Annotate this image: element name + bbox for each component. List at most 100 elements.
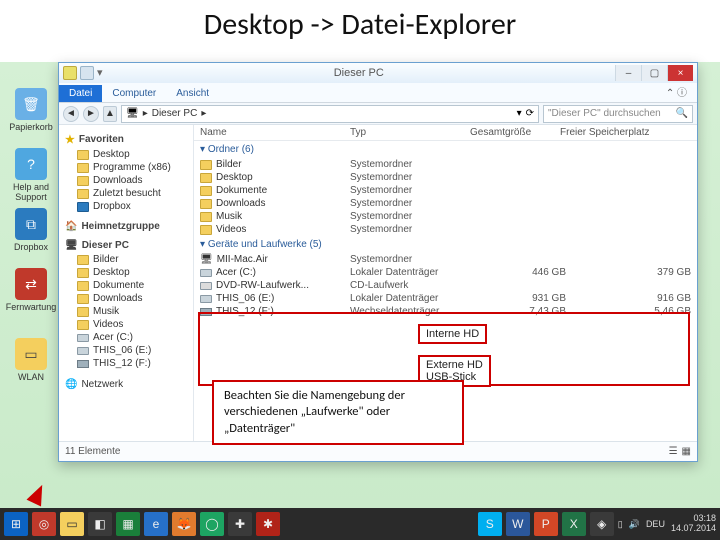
minimize-button[interactable]: – — [615, 65, 641, 81]
taskbar-app[interactable]: ✱ — [256, 512, 280, 536]
refresh-icon[interactable]: ⟳ — [526, 108, 534, 119]
dropbox-icon: ⧉ — [15, 208, 47, 240]
tray-network-icon[interactable]: ▯ — [618, 519, 623, 530]
nav-item[interactable]: Programme (x86) — [59, 161, 193, 174]
network-header[interactable]: 🌐Netzwerk — [59, 378, 193, 391]
desktop-icon[interactable]: ⧉ Dropbox — [0, 208, 62, 252]
col-size[interactable]: Gesamtgröße — [470, 127, 560, 138]
thispc-header[interactable]: 🖥Dieser PC — [65, 240, 193, 251]
annotation-arrow — [27, 482, 50, 507]
list-item[interactable]: THIS_06 (E:)Lokaler Datenträger931 GB916… — [194, 292, 697, 305]
tray-clock[interactable]: 03:18 14.07.2014 — [671, 514, 716, 534]
taskbar-app[interactable]: ◎ — [32, 512, 56, 536]
nav-item[interactable]: Downloads — [59, 174, 193, 187]
folder-icon — [77, 163, 89, 173]
nav-item[interactable]: THIS_06 (E:) — [59, 344, 193, 357]
taskbar-explorer[interactable]: ▭ — [60, 512, 84, 536]
usb-icon — [77, 360, 89, 368]
annotation-naming: Beachten Sie die Namengebung der verschi… — [212, 380, 464, 445]
nav-back-button[interactable]: ◄ — [63, 106, 79, 122]
homegroup-icon: 🏠 — [65, 221, 77, 232]
remote-icon: ⇄ — [15, 268, 47, 300]
pc-icon: 🖥 — [126, 108, 139, 119]
desktop-icon[interactable]: ⇄Fernwartung — [0, 268, 62, 312]
close-button[interactable]: × — [667, 65, 693, 81]
nav-item[interactable]: THIS_12 (F:) — [59, 357, 193, 370]
start-button[interactable]: ⊞ — [4, 512, 28, 536]
taskbar-ie[interactable]: e — [144, 512, 168, 536]
taskbar-excel[interactable]: X — [562, 512, 586, 536]
tray-lang[interactable]: DEU — [646, 519, 665, 529]
taskbar-app[interactable]: ◯ — [200, 512, 224, 536]
address-bar: ◄ ► ▲ 🖥 ▸ Dieser PC ▸ ▾ ⟳ "Dieser PC" du… — [59, 103, 697, 125]
nav-forward-button[interactable]: ► — [83, 106, 99, 122]
search-input[interactable]: "Dieser PC" durchsuchen 🔍 — [543, 105, 693, 123]
star-icon: ★ — [65, 133, 75, 146]
homegroup-header[interactable]: 🏠Heimnetzgruppe — [65, 221, 193, 232]
tab-view[interactable]: Ansicht — [166, 85, 219, 102]
address-field[interactable]: 🖥 ▸ Dieser PC ▸ ▾ ⟳ — [121, 105, 539, 123]
tab-computer[interactable]: Computer — [102, 85, 166, 102]
list-item[interactable]: DokumenteSystemordner — [194, 184, 697, 197]
nav-item[interactable]: Dokumente — [59, 279, 193, 292]
taskbar-firefox[interactable]: 🦊 — [172, 512, 196, 536]
folder-icon — [63, 66, 77, 80]
quick-access-toolbar[interactable]: ▾ — [63, 66, 103, 80]
col-free[interactable]: Freier Speicherplatz — [560, 127, 691, 138]
col-type[interactable]: Typ — [350, 127, 470, 138]
maximize-button[interactable]: ▢ — [641, 65, 667, 81]
ribbon-toggle[interactable]: ⌃ ⓘ — [656, 81, 697, 102]
nav-up-button[interactable]: ▲ — [103, 106, 117, 122]
folder-icon — [200, 199, 212, 209]
network-icon: 🌐 — [65, 379, 77, 390]
list-item[interactable]: DesktopSystemordner — [194, 171, 697, 184]
nav-item[interactable]: Desktop — [59, 148, 193, 161]
nav-item[interactable]: Zuletzt besucht — [59, 187, 193, 200]
taskbar-powerpoint[interactable]: P — [534, 512, 558, 536]
desktop-icon-label: Dropbox — [14, 242, 48, 252]
folder-icon — [77, 268, 89, 278]
list-item[interactable]: 🖥MII-Mac.AirSystemordner — [194, 253, 697, 266]
list-item[interactable]: MusikSystemordner — [194, 210, 697, 223]
desktop-icon[interactable]: 🗑Papierkorb — [0, 88, 62, 132]
column-headers[interactable]: Name Typ Gesamtgröße Freier Speicherplat… — [194, 127, 697, 141]
nav-item[interactable]: Videos — [59, 318, 193, 331]
annotation-internal-hd: Interne HD — [418, 324, 487, 344]
list-item[interactable]: Acer (C:)Lokaler Datenträger446 GB379 GB — [194, 266, 697, 279]
pc-icon: 🖥 — [200, 254, 213, 265]
desktop-icon[interactable]: ▭WLAN — [0, 338, 62, 382]
taskbar-app[interactable]: ✚ — [228, 512, 252, 536]
taskbar: ⊞ ◎ ▭ ◧ ▦ e 🦊 ◯ ✚ ✱ S W P X ◈ ▯ 🔊 DEU 03… — [0, 508, 720, 540]
list-item[interactable]: DVD-RW-Laufwerk...CD-Laufwerk — [194, 279, 697, 292]
col-name[interactable]: Name — [200, 127, 350, 138]
list-item[interactable]: VideosSystemordner — [194, 223, 697, 236]
titlebar[interactable]: ▾ Dieser PC – ▢ × — [59, 63, 697, 83]
taskbar-skype[interactable]: S — [478, 512, 502, 536]
drive-icon — [200, 295, 212, 303]
view-details-icon[interactable]: ☰ — [669, 446, 678, 457]
props-icon — [80, 66, 94, 80]
desktop-icon[interactable]: ?Help and Support — [0, 148, 62, 202]
pc-icon: 🖥 — [65, 240, 78, 251]
tray-volume-icon[interactable]: 🔊 — [629, 519, 640, 530]
nav-item[interactable]: Acer (C:) — [59, 331, 193, 344]
nav-item[interactable]: Musik — [59, 305, 193, 318]
section-folders[interactable]: ▾ Ordner (6) — [194, 141, 697, 158]
list-item[interactable]: BilderSystemordner — [194, 158, 697, 171]
taskbar-app[interactable]: ▦ — [116, 512, 140, 536]
favorites-header[interactable]: ★Favoriten — [65, 133, 193, 146]
section-drives[interactable]: ▾ Geräte und Laufwerke (5) — [194, 236, 697, 253]
desktop-icon-label: WLAN — [18, 372, 44, 382]
tab-file[interactable]: Datei — [59, 85, 102, 102]
nav-item[interactable]: Desktop — [59, 266, 193, 279]
nav-item[interactable]: Bilder — [59, 253, 193, 266]
nav-item[interactable]: Dropbox — [59, 200, 193, 213]
taskbar-word[interactable]: W — [506, 512, 530, 536]
nav-item[interactable]: Downloads — [59, 292, 193, 305]
view-tiles-icon[interactable]: ▦ — [682, 446, 691, 457]
taskbar-app[interactable]: ◈ — [590, 512, 614, 536]
list-item[interactable]: DownloadsSystemordner — [194, 197, 697, 210]
dropdown-icon[interactable]: ▾ — [517, 108, 522, 119]
taskbar-app[interactable]: ◧ — [88, 512, 112, 536]
breadcrumb[interactable]: Dieser PC — [152, 108, 198, 119]
